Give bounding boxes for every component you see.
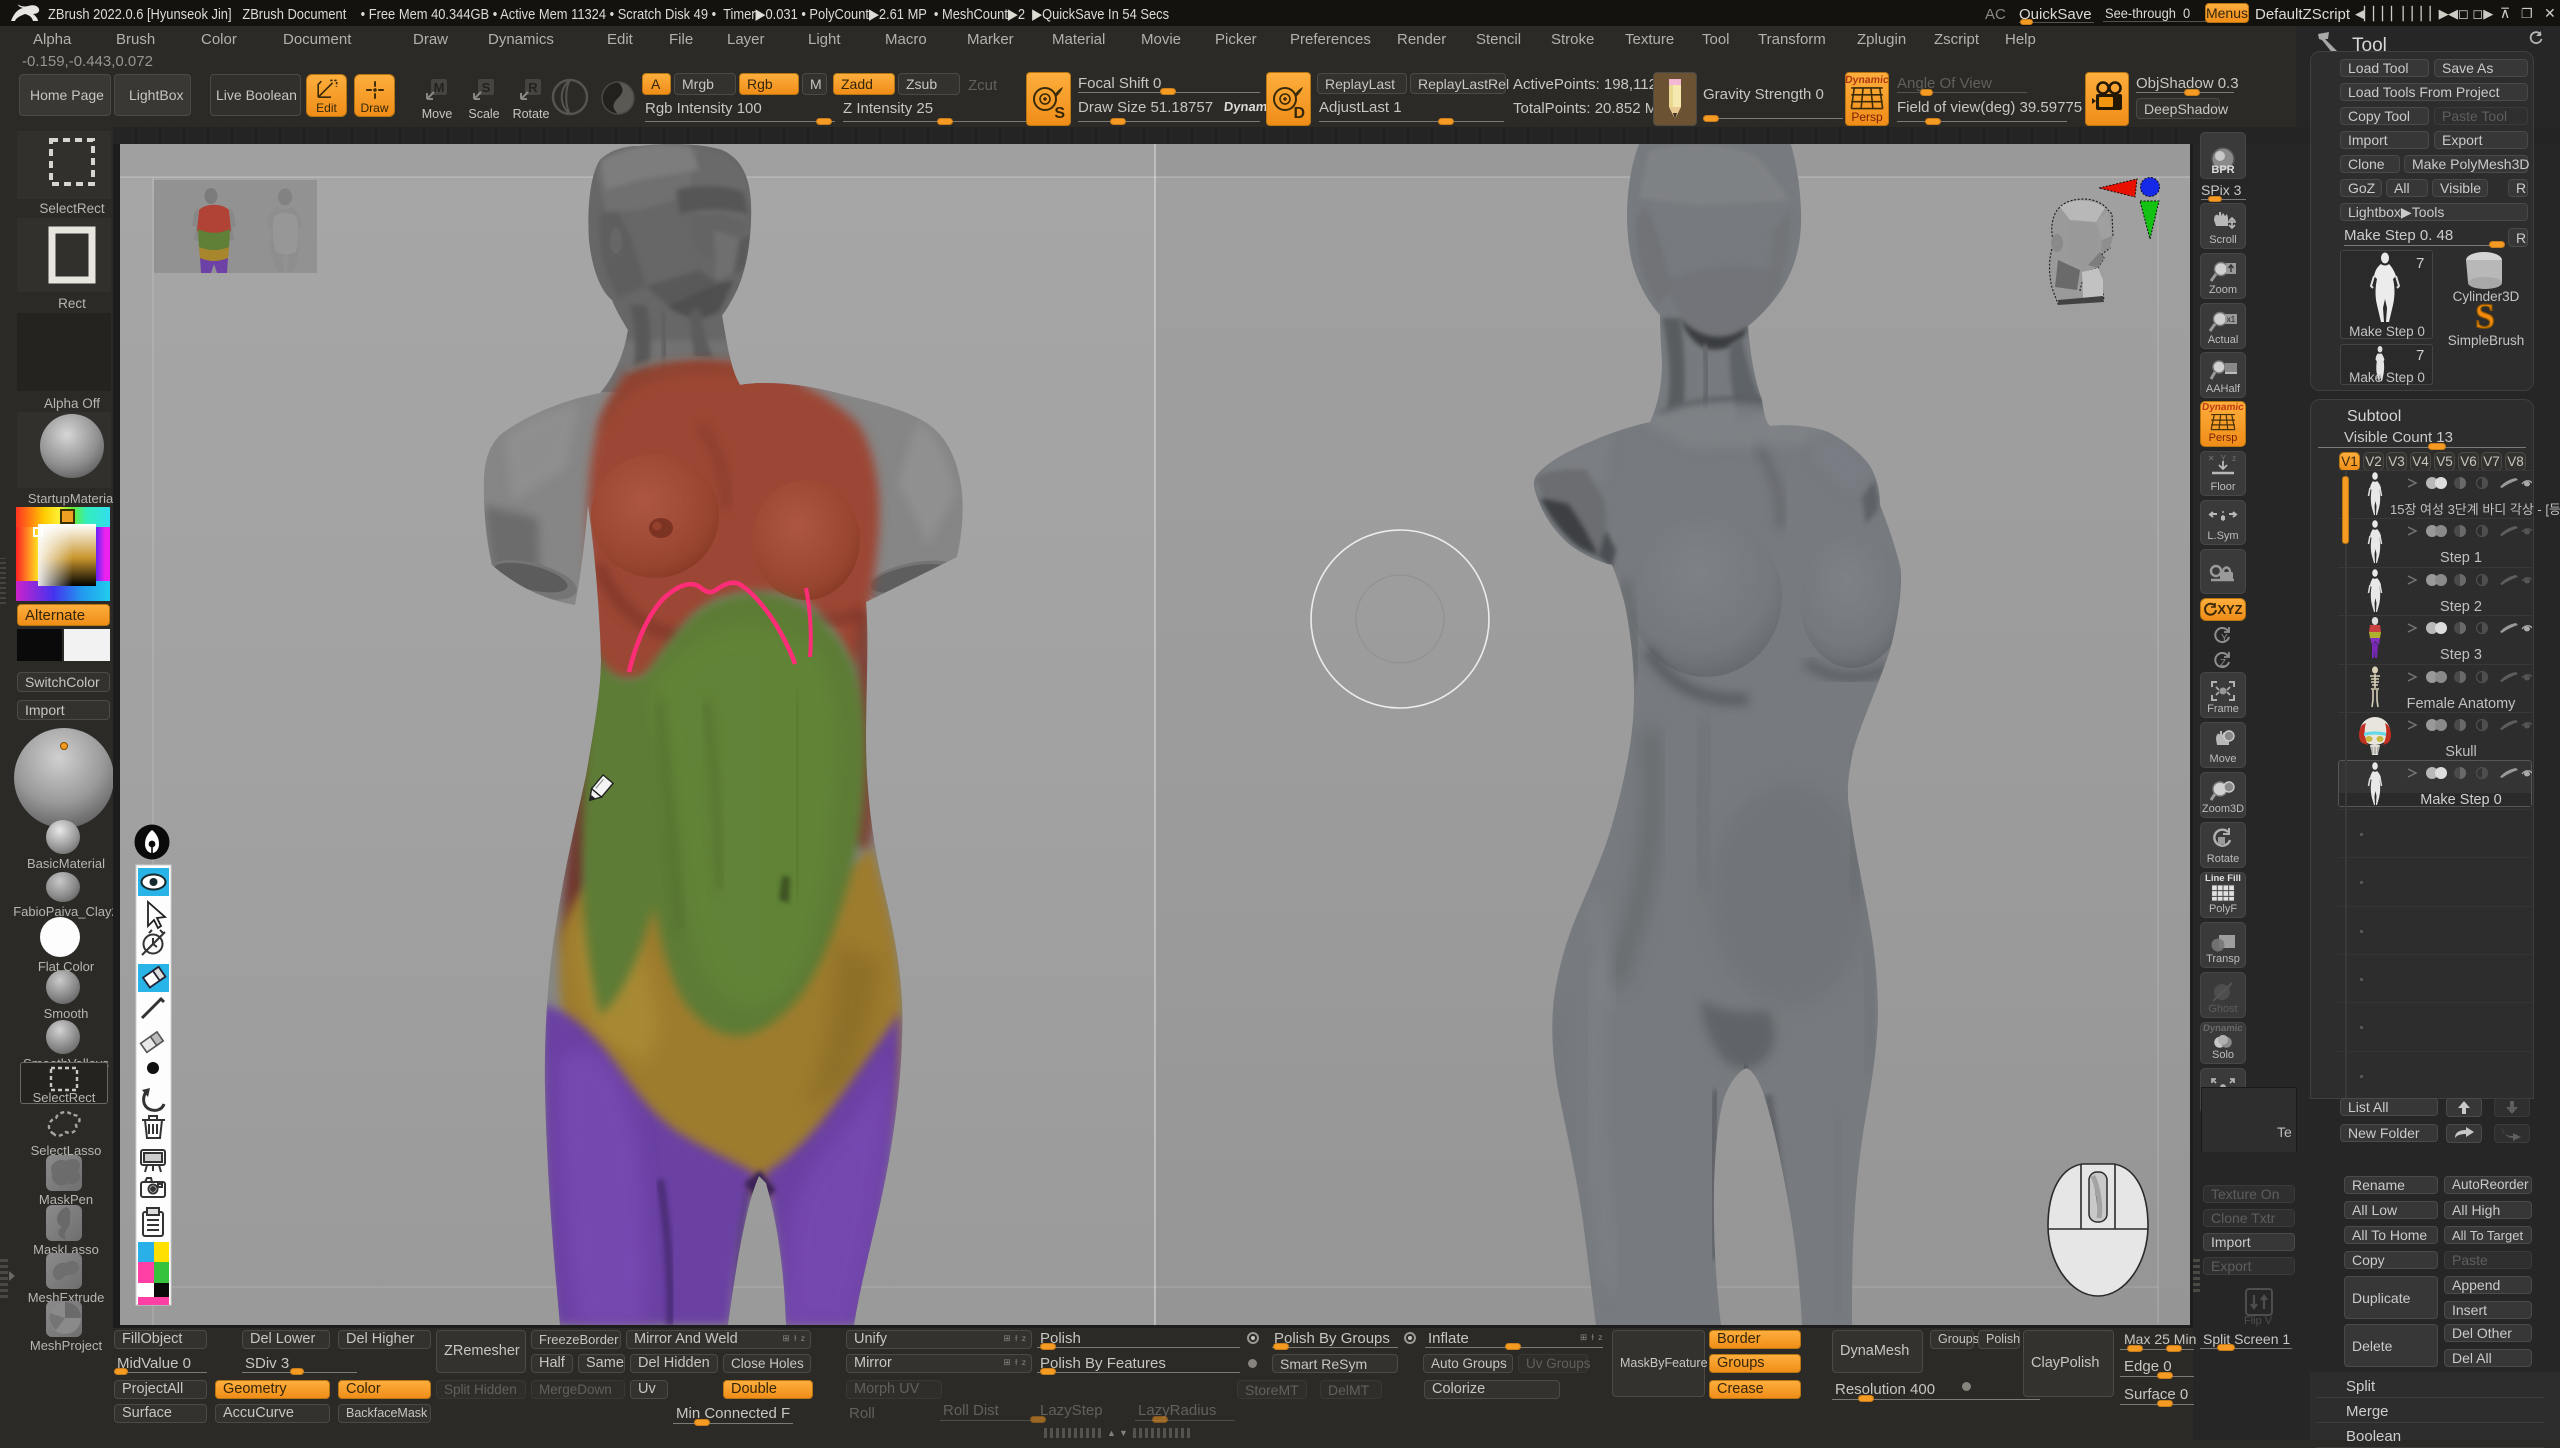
svg-text:Y: Y [2221,633,2228,644]
svg-text:x1: x1 [2227,315,2236,324]
svg-text:R: R [528,80,538,95]
svg-text:Z: Z [2220,658,2226,669]
svg-text:S: S [482,80,491,95]
svg-text:M: M [434,80,445,95]
svg-text:S: S [2475,297,2495,335]
